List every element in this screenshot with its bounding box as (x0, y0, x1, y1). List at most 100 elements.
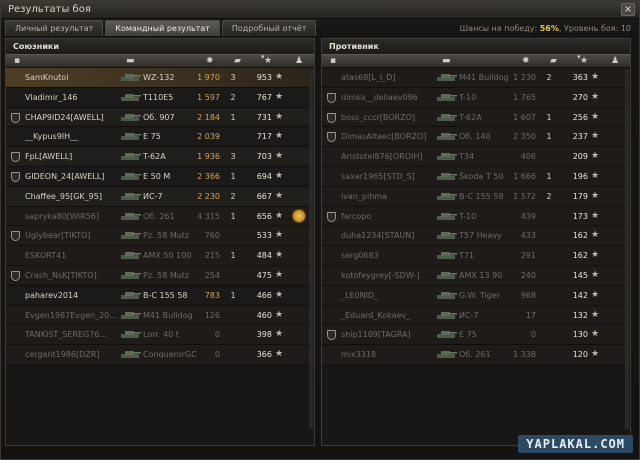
tank-name: Lorr. 40 t (143, 330, 179, 340)
xp-column-star-icon[interactable]: ★ (580, 56, 588, 66)
player-row[interactable]: ship1109[TAGRA] E 75 0 130 ★ (322, 325, 630, 346)
xp-value: 145 (572, 270, 588, 280)
player-row[interactable]: DimasAltaec[BORZO] Об. 140 2 350 1 237 ★ (322, 127, 630, 148)
player-row[interactable]: paharev2014 B-C 155 58 783 1 466 ★ (6, 285, 314, 306)
player-row[interactable]: __Kypus9IH__ E 75 2 039 717 ★ (6, 127, 314, 148)
tab-detailed-report[interactable]: Подробный отчёт (221, 20, 317, 36)
player-row[interactable]: GIDEON_24[AWELL] E 50 M 2 366 1 694 ★ (6, 166, 314, 187)
window-title: Результаты боя (8, 4, 91, 15)
platoon-column-icon[interactable]: ▪ (14, 56, 20, 66)
player-row[interactable]: SamKnutoi WZ-132 1 970 3 953 ★ (6, 68, 314, 88)
player-row[interactable]: cergant1986[DZR] ConquerorGC 0 366 ★ (6, 345, 314, 365)
player-row[interactable]: Chaffee_95[GK_95] ИС-7 2 230 2 667 ★ (6, 186, 314, 207)
player-row[interactable]: _LE0NID_ G.W. Tiger 968 142 ★ (322, 285, 630, 306)
tank-name: AMX 50 100 (143, 251, 192, 261)
tank-name: T-10 (459, 92, 477, 102)
player-column-icon[interactable]: ♟ (295, 56, 303, 66)
platoon-column-icon[interactable]: ▪ (330, 56, 336, 66)
tab-team-result[interactable]: Командный результат (105, 20, 220, 36)
allies-scrollbar[interactable] (309, 69, 313, 429)
player-row[interactable]: farcopo T-10 439 173 ★ (322, 206, 630, 227)
player-row[interactable]: boss_cccr[BORZO] T-62A 1 607 1 256 ★ (322, 107, 630, 128)
player-name: FpL[AWELL] (25, 152, 73, 162)
xp-value: 256 (572, 112, 588, 122)
player-row[interactable]: serg0683 T71 291 162 ★ (322, 246, 630, 266)
xp-star-icon: ★ (275, 309, 284, 320)
player-row[interactable]: Aristotel876[OROIH] T34 406 209 ★ (322, 147, 630, 167)
tank-name: Pz. 58 Mutz (143, 231, 190, 241)
xp-value: 179 (572, 191, 588, 201)
player-name: ESKORT41 (25, 251, 67, 261)
player-name: Chaffee_95[GK_95] (25, 191, 102, 201)
xp-value: 953 (256, 73, 272, 82)
damage-value: 433 (520, 231, 536, 241)
tank-name: T57 Heavy (459, 231, 502, 241)
allies-column-header: ▪ ▬ ✸ ▰ ▾ ★ ♟ (6, 53, 314, 68)
player-name: _LE0NID_ (341, 290, 379, 300)
kills-column-icon[interactable]: ▰ (234, 56, 241, 66)
kills-value: 2 (546, 191, 552, 201)
damage-column-icon[interactable]: ✸ (522, 56, 530, 66)
xp-value: 162 (572, 231, 588, 241)
player-name: cergant1986[DZR] (25, 350, 100, 360)
player-name: saxar1965[STD_S] (341, 171, 415, 181)
player-name: __Kypus9IH__ (25, 132, 79, 142)
tank-name: Об. 907 (143, 112, 175, 122)
player-row[interactable]: mix3318 Об. 261 1 338 120 ★ (322, 345, 630, 365)
xp-value: 196 (572, 171, 588, 181)
player-row[interactable]: TANKIST_SEREG76... Lorr. 40 t 0 398 ★ (6, 325, 314, 346)
xp-star-icon: ★ (275, 329, 284, 340)
tank-column-icon[interactable]: ▬ (442, 56, 451, 66)
xp-value: 173 (572, 211, 588, 221)
damage-value: 2 230 (197, 191, 220, 201)
tab-personal-result[interactable]: Личный результат (5, 20, 104, 36)
player-row[interactable]: sapryka80[WIR56] Об. 261 4 315 1 656 ★ (6, 206, 314, 227)
tank-name: B-C 155 58 (143, 290, 188, 300)
player-row[interactable]: kotofeygrey[-SDW-] AMX 13 90 240 145 ★ (322, 265, 630, 286)
tank-name: T71 (459, 251, 475, 261)
xp-star-icon: ★ (275, 210, 284, 221)
player-row[interactable]: Evgen1987Evgen_20... M41 Bulldog 126 460 ★ (6, 305, 314, 326)
player-row[interactable]: ivan_pihma B-C 155 58 1 572 2 179 ★ (322, 186, 630, 207)
damage-value: 1 230 (513, 73, 536, 82)
kills-column-icon[interactable]: ▰ (550, 56, 557, 66)
player-name: Aristotel876[OROIH] (341, 152, 423, 162)
xp-value: 363 (572, 73, 588, 82)
damage-value: 291 (520, 251, 536, 261)
damage-value: 2 039 (197, 132, 220, 142)
player-row[interactable]: _Eduard_Kokaev_ ИС-7 17 132 ★ (322, 305, 630, 326)
player-row[interactable]: FpL[AWELL] T-62A 1 936 3 703 ★ (6, 147, 314, 167)
damage-value: 2 184 (197, 112, 220, 122)
player-row[interactable]: atas68[L_I_D] M41 Bulldog 1 230 2 363 ★ (322, 68, 630, 88)
tank-column-icon[interactable]: ▬ (126, 56, 135, 66)
kills-value: 1 (546, 171, 552, 181)
tank-name: E 75 (459, 330, 477, 340)
xp-value: 366 (256, 350, 272, 360)
tank-name: Об. 261 (459, 350, 491, 360)
tank-name: M41 Bulldog (143, 310, 193, 320)
player-row[interactable]: dimka__deliaev096 T-10 1 765 270 ★ (322, 87, 630, 108)
player-row[interactable]: saxar1965[STD_S] Škoda T 50 1 666 1 196 ★ (322, 166, 630, 187)
player-row[interactable]: Uglybear[TIKTO] Pz. 58 Mutz 760 533 ★ (6, 226, 314, 247)
player-row[interactable]: ESKORT41 AMX 50 100 215 1 484 ★ (6, 246, 314, 266)
enemies-panel: Противник ▪ ▬ ✸ ▰ ▾ ★ ♟ atas68[L_I_D] M41… (321, 38, 631, 446)
xp-value: 667 (256, 191, 272, 201)
player-name: CHAP9lD24[AWELL] (25, 112, 104, 122)
player-row[interactable]: Crash_NsK[TIKTO] Pz. 58 Mutz 254 475 ★ (6, 265, 314, 286)
medal-icon[interactable] (292, 208, 306, 223)
enemies-scrollbar[interactable] (625, 69, 629, 429)
player-column-icon[interactable]: ♟ (611, 56, 619, 66)
platoon-shield-icon (327, 132, 336, 143)
tank-icon (437, 212, 457, 220)
player-row[interactable]: CHAP9lD24[AWELL] Об. 907 2 184 1 731 ★ (6, 107, 314, 128)
close-button[interactable]: × (621, 3, 635, 16)
xp-star-icon: ★ (591, 329, 600, 340)
damage-column-icon[interactable]: ✸ (206, 56, 214, 66)
tank-icon (437, 331, 457, 339)
player-row[interactable]: Vladimir_146 T110E5 1 597 2 767 ★ (6, 87, 314, 108)
player-name: serg0683 (341, 251, 379, 261)
kills-value: 2 (546, 73, 552, 82)
xp-column-star-icon[interactable]: ★ (264, 56, 272, 66)
player-row[interactable]: duha1234[STAUN] T57 Heavy 433 162 ★ (322, 226, 630, 247)
tank-icon (121, 172, 141, 180)
